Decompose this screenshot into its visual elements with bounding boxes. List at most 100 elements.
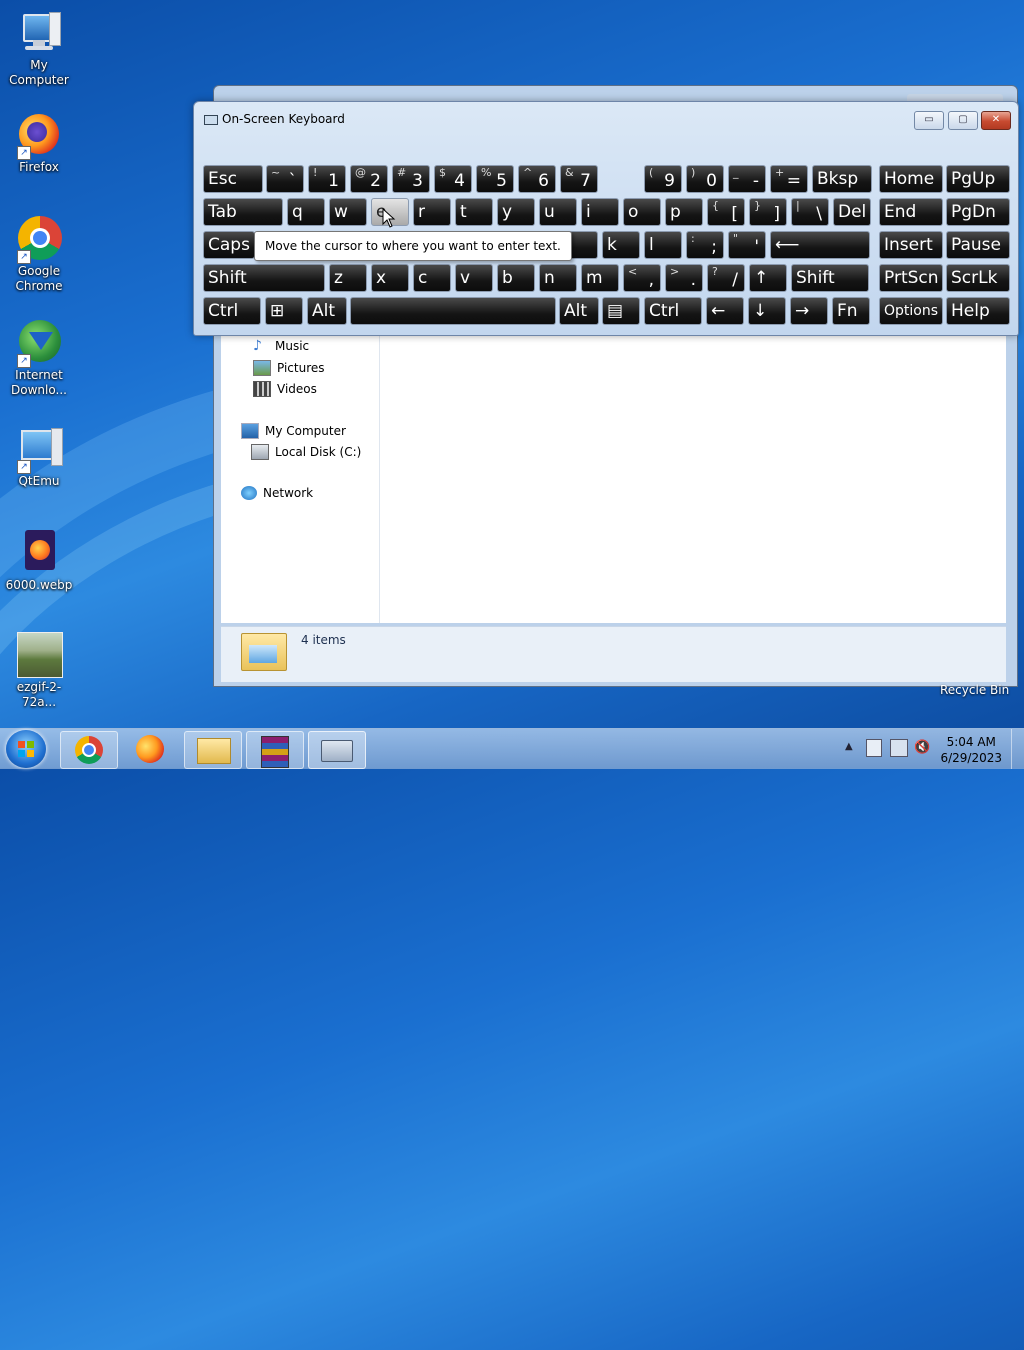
show-desktop-button[interactable] xyxy=(1011,729,1024,769)
key-esc[interactable]: Esc xyxy=(203,165,263,193)
nav-item-music[interactable]: ♪ Music xyxy=(253,339,309,353)
key-options[interactable]: Options xyxy=(879,297,943,325)
key-symbol[interactable]: → xyxy=(790,297,828,325)
taskbar-winrar[interactable] xyxy=(246,731,304,769)
key-home[interactable]: Home xyxy=(879,165,943,193)
key-symbol[interactable]: ? / xyxy=(707,264,745,292)
volume-muted-icon[interactable]: 🔇 xyxy=(914,740,930,755)
key-c[interactable]: c xyxy=(413,264,451,292)
nav-item-network[interactable]: Network xyxy=(241,486,313,500)
key-help[interactable]: Help xyxy=(946,297,1010,325)
taskbar-firefox[interactable] xyxy=(122,731,178,767)
key-prtscn[interactable]: PrtScn xyxy=(879,264,943,292)
close-button[interactable]: ✕ xyxy=(981,111,1011,130)
key-symbol[interactable]: ~ ` xyxy=(266,165,304,193)
action-center-icon[interactable] xyxy=(866,739,882,757)
key-symbol[interactable]: ← xyxy=(706,297,744,325)
key-2[interactable]: @2 xyxy=(350,165,388,193)
key-n[interactable]: n xyxy=(539,264,577,292)
nav-item-videos[interactable]: Videos xyxy=(253,381,317,397)
key-p[interactable]: p xyxy=(665,198,703,226)
on-screen-keyboard-window[interactable]: On-Screen Keyboard ▭ ▢ ✕ Esc ~ `! 1 @2 #3 $4% 5… xyxy=(193,101,1019,336)
restore-button[interactable]: ▢ xyxy=(948,111,978,130)
key-1[interactable]: ! 1 xyxy=(308,165,346,193)
network-status-icon[interactable] xyxy=(890,739,908,757)
desktop-icon-firefox[interactable]: ↗ Firefox xyxy=(2,110,76,175)
key-z[interactable]: z xyxy=(329,264,367,292)
key-caps[interactable]: Caps xyxy=(203,231,255,259)
key-6[interactable]: ^ 6 xyxy=(518,165,556,193)
key-del[interactable]: Del xyxy=(833,198,871,226)
key-pgup[interactable]: PgUp xyxy=(946,165,1010,193)
key-ctrl[interactable]: Ctrl xyxy=(203,297,261,325)
key-4[interactable]: $4 xyxy=(434,165,472,193)
key-b[interactable]: b xyxy=(497,264,535,292)
key-m[interactable]: m xyxy=(581,264,619,292)
key-symbol[interactable]: " ' xyxy=(728,231,766,259)
start-button[interactable] xyxy=(6,730,46,768)
key-pgdn[interactable]: PgDn xyxy=(946,198,1010,226)
key-5[interactable]: % 5 xyxy=(476,165,514,193)
key-insert[interactable]: Insert xyxy=(879,231,943,259)
shortcut-arrow-icon: ↗ xyxy=(17,146,31,160)
key-symbol[interactable]: ↓ xyxy=(748,297,786,325)
key-x[interactable]: x xyxy=(371,264,409,292)
key-3[interactable]: #3 xyxy=(392,165,430,193)
key-scrlk[interactable]: ScrLk xyxy=(946,264,1010,292)
key-symbol[interactable]: {[ xyxy=(707,198,745,226)
nav-item-pictures[interactable]: Pictures xyxy=(253,360,325,376)
key-fn[interactable]: Fn xyxy=(832,297,870,325)
key-pause[interactable]: Pause xyxy=(946,231,1010,259)
key-symbol[interactable]: :; xyxy=(686,231,724,259)
key-y[interactable]: y xyxy=(497,198,535,226)
desktop-icon-internet-download-manager[interactable]: ↗ Internet Downlo... xyxy=(2,318,76,398)
key-v[interactable]: v xyxy=(455,264,493,292)
minimize-button[interactable]: ▭ xyxy=(914,111,944,130)
key-o[interactable]: o xyxy=(623,198,661,226)
key-alt[interactable]: Alt xyxy=(559,297,599,325)
key-l[interactable]: l xyxy=(644,231,682,259)
key-t[interactable]: t xyxy=(455,198,493,226)
key-k[interactable]: k xyxy=(602,231,640,259)
key-symbol[interactable]: ⊞ xyxy=(265,297,303,325)
key-0[interactable]: ) 0 xyxy=(686,165,724,193)
key-7[interactable]: & 7 xyxy=(560,165,598,193)
key-w[interactable]: w xyxy=(329,198,367,226)
taskbar-explorer[interactable] xyxy=(184,731,242,769)
key-u[interactable]: u xyxy=(539,198,577,226)
key-symbol[interactable]: + = xyxy=(770,165,808,193)
key-ctrl[interactable]: Ctrl xyxy=(644,297,702,325)
key-end[interactable]: End xyxy=(879,198,943,226)
key-r[interactable]: r xyxy=(413,198,451,226)
key-alt[interactable]: Alt xyxy=(307,297,347,325)
key-symbol[interactable]: }] xyxy=(749,198,787,226)
key-space[interactable] xyxy=(350,297,556,325)
key-symbol[interactable]: <, xyxy=(623,264,661,292)
desktop-icon-qtemu[interactable]: ↗ QtEmu xyxy=(2,424,76,489)
key-shift[interactable]: Shift xyxy=(791,264,869,292)
taskbar-clock[interactable]: 5:04 AM 6/29/2023 xyxy=(940,734,1002,766)
key-symbol[interactable]: ▤ xyxy=(602,297,640,325)
key-symbol[interactable]: _ - xyxy=(728,165,766,193)
key-symbol[interactable]: >. xyxy=(665,264,703,292)
taskbar-chrome[interactable] xyxy=(60,731,118,769)
key-symbol[interactable]: | \ xyxy=(791,198,829,226)
key-symbol[interactable]: ⟵ xyxy=(770,231,870,259)
osk-title-bar[interactable]: On-Screen Keyboard ▭ ▢ ✕ xyxy=(194,102,1018,132)
show-hidden-icons-button[interactable]: ▲ xyxy=(845,741,853,752)
key-q[interactable]: q xyxy=(287,198,325,226)
key-tab[interactable]: Tab xyxy=(203,198,283,226)
desktop-icon-ezgif[interactable]: ezgif-2-72a... xyxy=(2,630,76,710)
key-symbol[interactable]: ↑ xyxy=(749,264,787,292)
key-9[interactable]: (9 xyxy=(644,165,682,193)
desktop-icon-6000-webp[interactable]: 6000.webp xyxy=(2,528,76,593)
desktop-icon-my-computer[interactable]: My Computer xyxy=(2,8,76,88)
desktop-icon-google-chrome[interactable]: ↗ Google Chrome xyxy=(2,214,76,294)
taskbar-on-screen-keyboard[interactable] xyxy=(308,731,366,769)
desktop-icon-recycle-bin[interactable]: Recycle Bin xyxy=(940,683,1009,697)
nav-item-my-computer[interactable]: My Computer xyxy=(241,423,346,439)
key-shift[interactable]: Shift xyxy=(203,264,325,292)
key-bksp[interactable]: Bksp xyxy=(812,165,872,193)
nav-item-local-disk[interactable]: Local Disk (C:) xyxy=(251,444,361,460)
key-i[interactable]: i xyxy=(581,198,619,226)
